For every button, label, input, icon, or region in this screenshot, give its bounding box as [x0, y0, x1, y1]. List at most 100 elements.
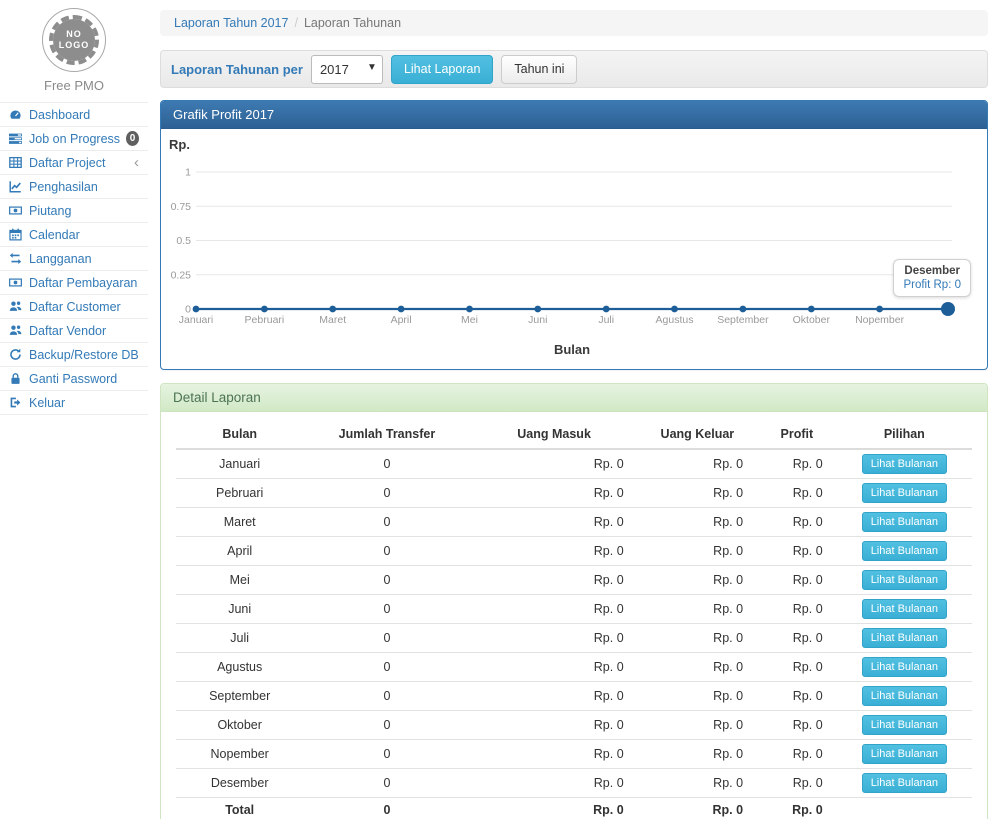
column-header-uang-keluar: Uang Keluar: [638, 420, 757, 449]
exchange-icon: [9, 252, 23, 266]
sidebar-item-label: Backup/Restore DB: [29, 348, 139, 362]
cell-uang-masuk: Rp. 0: [471, 653, 638, 682]
table-row: September0Rp. 0Rp. 0Rp. 0Lihat Bulanan: [176, 682, 972, 711]
x-axis-title: Bulan: [169, 342, 975, 357]
year-select[interactable]: 2017: [311, 55, 383, 84]
brand-name: Free PMO: [0, 78, 148, 93]
cell-profit: Rp. 0: [757, 624, 837, 653]
cell-uang-masuk: Rp. 0: [471, 624, 638, 653]
detail-table: BulanJumlah TransferUang MasukUang Kelua…: [176, 420, 972, 819]
sidebar-item-label: Daftar Project: [29, 156, 105, 170]
cell-uang-masuk: Rp. 0: [471, 711, 638, 740]
lihat-bulanan-button[interactable]: Lihat Bulanan: [862, 483, 947, 503]
cell-bulan: September: [176, 682, 303, 711]
cell-profit: Rp. 0: [757, 537, 837, 566]
lihat-bulanan-button[interactable]: Lihat Bulanan: [862, 541, 947, 561]
table-row: Maret0Rp. 0Rp. 0Rp. 0Lihat Bulanan: [176, 508, 972, 537]
lihat-bulanan-button[interactable]: Lihat Bulanan: [862, 773, 947, 793]
sidebar-item-dashboard[interactable]: Dashboard: [0, 103, 148, 127]
cell-bulan: Desember: [176, 769, 303, 798]
lihat-bulanan-button[interactable]: Lihat Bulanan: [862, 686, 947, 706]
sidebar-item-daftar-project[interactable]: Daftar Project ‹: [0, 151, 148, 175]
lock-icon: [9, 372, 23, 386]
svg-text:Januari: Januari: [179, 314, 213, 326]
sidebar-item-label: Daftar Customer: [29, 300, 121, 314]
table-row: Agustus0Rp. 0Rp. 0Rp. 0Lihat Bulanan: [176, 653, 972, 682]
table-row: Desember0Rp. 0Rp. 0Rp. 0Lihat Bulanan: [176, 769, 972, 798]
cell-pilihan: Lihat Bulanan: [837, 711, 972, 740]
cell-uang-keluar: Rp. 0: [638, 740, 757, 769]
lihat-laporan-button[interactable]: Lihat Laporan: [391, 55, 493, 84]
lihat-bulanan-button[interactable]: Lihat Bulanan: [862, 570, 947, 590]
main-content: Laporan Tahun 2017/Laporan Tahunan Lapor…: [148, 0, 1000, 819]
dashboard-icon: [9, 108, 23, 122]
cell-jumlah-transfer: 0: [303, 740, 470, 769]
lihat-bulanan-button[interactable]: Lihat Bulanan: [862, 454, 947, 474]
lihat-bulanan-button[interactable]: Lihat Bulanan: [862, 512, 947, 532]
sidebar-item-daftar-vendor[interactable]: Daftar Vendor: [0, 319, 148, 343]
calendar-icon: [9, 228, 23, 242]
sidebar-item-job-on-progress[interactable]: Job on Progress0: [0, 127, 148, 151]
cell-pilihan: Lihat Bulanan: [837, 653, 972, 682]
sidebar-item-label: Job on Progress: [29, 132, 120, 146]
table-row: Juli0Rp. 0Rp. 0Rp. 0Lihat Bulanan: [176, 624, 972, 653]
sidebar-item-ganti-password[interactable]: Ganti Password: [0, 367, 148, 391]
cell-jumlah-transfer: 0: [303, 711, 470, 740]
lihat-bulanan-button[interactable]: Lihat Bulanan: [862, 744, 947, 764]
cell-bulan: Pebruari: [176, 479, 303, 508]
cell-uang-masuk: Rp. 0: [471, 537, 638, 566]
sidebar-item-keluar[interactable]: Keluar: [0, 391, 148, 415]
total-row: Total0Rp. 0Rp. 0Rp. 0: [176, 798, 972, 819]
table-row: Juni0Rp. 0Rp. 0Rp. 0Lihat Bulanan: [176, 595, 972, 624]
sidebar-item-langganan[interactable]: Langganan: [0, 247, 148, 271]
sidebar-item-backup-restore-db[interactable]: Backup/Restore DB: [0, 343, 148, 367]
cell-uang-keluar: Rp. 0: [638, 798, 757, 819]
cell-uang-masuk: Rp. 0: [471, 566, 638, 595]
money-icon: [9, 204, 23, 218]
sidebar-item-penghasilan[interactable]: Penghasilan: [0, 175, 148, 199]
breadcrumb-current: Laporan Tahunan: [304, 16, 401, 30]
sidebar-item-label: Calendar: [29, 228, 80, 242]
cell-uang-masuk: Rp. 0: [471, 479, 638, 508]
cell-jumlah-transfer: 0: [303, 769, 470, 798]
cell-bulan: Januari: [176, 449, 303, 479]
tooltip-value: Profit Rp: 0: [903, 279, 961, 291]
cell-jumlah-transfer: 0: [303, 537, 470, 566]
logo-text-line1: NO: [66, 29, 82, 40]
tooltip-title: Desember: [903, 265, 961, 277]
filter-label: Laporan Tahunan per: [171, 62, 303, 77]
sidebar-item-calendar[interactable]: Calendar: [0, 223, 148, 247]
tasks-icon: [9, 132, 23, 146]
breadcrumb-link[interactable]: Laporan Tahun 2017: [174, 16, 288, 30]
refresh-icon: [9, 348, 23, 362]
lihat-bulanan-button[interactable]: Lihat Bulanan: [862, 628, 947, 648]
cell-bulan: Total: [176, 798, 303, 819]
cell-uang-masuk: Rp. 0: [471, 798, 638, 819]
lihat-bulanan-button[interactable]: Lihat Bulanan: [862, 599, 947, 619]
cell-pilihan: Lihat Bulanan: [837, 624, 972, 653]
chevron-left-icon: ‹: [134, 158, 139, 168]
sidebar-item-label: Langganan: [29, 252, 92, 266]
lihat-bulanan-button[interactable]: Lihat Bulanan: [862, 715, 947, 735]
lihat-bulanan-button[interactable]: Lihat Bulanan: [862, 657, 947, 677]
cell-pilihan: Lihat Bulanan: [837, 537, 972, 566]
sidebar-item-piutang[interactable]: Piutang: [0, 199, 148, 223]
tahun-ini-button[interactable]: Tahun ini: [501, 55, 577, 84]
cell-profit: Rp. 0: [757, 682, 837, 711]
sidebar-item-daftar-pembayaran[interactable]: Daftar Pembayaran: [0, 271, 148, 295]
page: NO LOGO Free PMO DashboardJob on Progres…: [0, 0, 1000, 819]
detail-table-wrap: BulanJumlah TransferUang MasukUang Kelua…: [161, 412, 987, 819]
sidebar-item-label: Keluar: [29, 396, 65, 410]
cell-pilihan: Lihat Bulanan: [837, 769, 972, 798]
cell-bulan: Juni: [176, 595, 303, 624]
chart-panel-body: Rp. 00.250.50.751JanuariPebruariMaretApr…: [161, 129, 987, 369]
cell-uang-keluar: Rp. 0: [638, 682, 757, 711]
chart-panel-title: Grafik Profit 2017: [161, 101, 987, 129]
cell-uang-keluar: Rp. 0: [638, 479, 757, 508]
logo-link[interactable]: NO LOGO Free PMO: [0, 0, 148, 93]
table-row: Januari0Rp. 0Rp. 0Rp. 0Lihat Bulanan: [176, 449, 972, 479]
sidebar-item-daftar-customer[interactable]: Daftar Customer: [0, 295, 148, 319]
cell-jumlah-transfer: 0: [303, 595, 470, 624]
cell-pilihan: Lihat Bulanan: [837, 479, 972, 508]
cell-jumlah-transfer: 0: [303, 566, 470, 595]
